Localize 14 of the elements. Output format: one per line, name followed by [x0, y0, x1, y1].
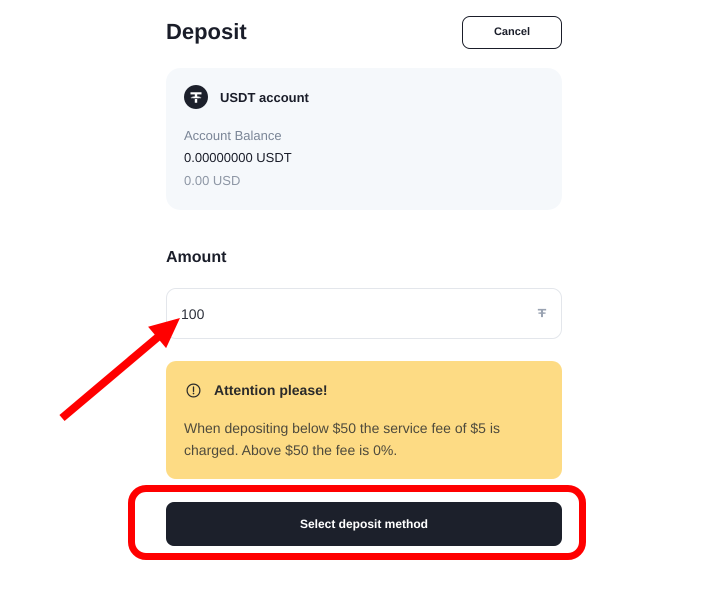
coin-icon: [184, 85, 208, 109]
currency-icon: [537, 308, 547, 318]
balance-label: Account Balance: [184, 127, 283, 145]
page-title: Deposit: [166, 19, 247, 45]
balance-value: 0.00000000 USDT: [184, 149, 293, 167]
select-deposit-method-button[interactable]: Select deposit method: [166, 502, 562, 546]
alert-message: When depositing below $50 the service fee of $5 is charged. Above $50 the fee is 0%.: [184, 419, 501, 460]
account-name: USDT account: [220, 90, 309, 104]
warning-icon: [186, 382, 201, 398]
balance-usd-value: 0.00 USD: [184, 172, 242, 190]
cancel-button[interactable]: Cancel: [462, 16, 562, 48]
amount-input-field[interactable]: 100: [166, 288, 562, 339]
alert-title: Attention please!: [214, 382, 328, 398]
amount-label: Amount: [166, 248, 228, 268]
